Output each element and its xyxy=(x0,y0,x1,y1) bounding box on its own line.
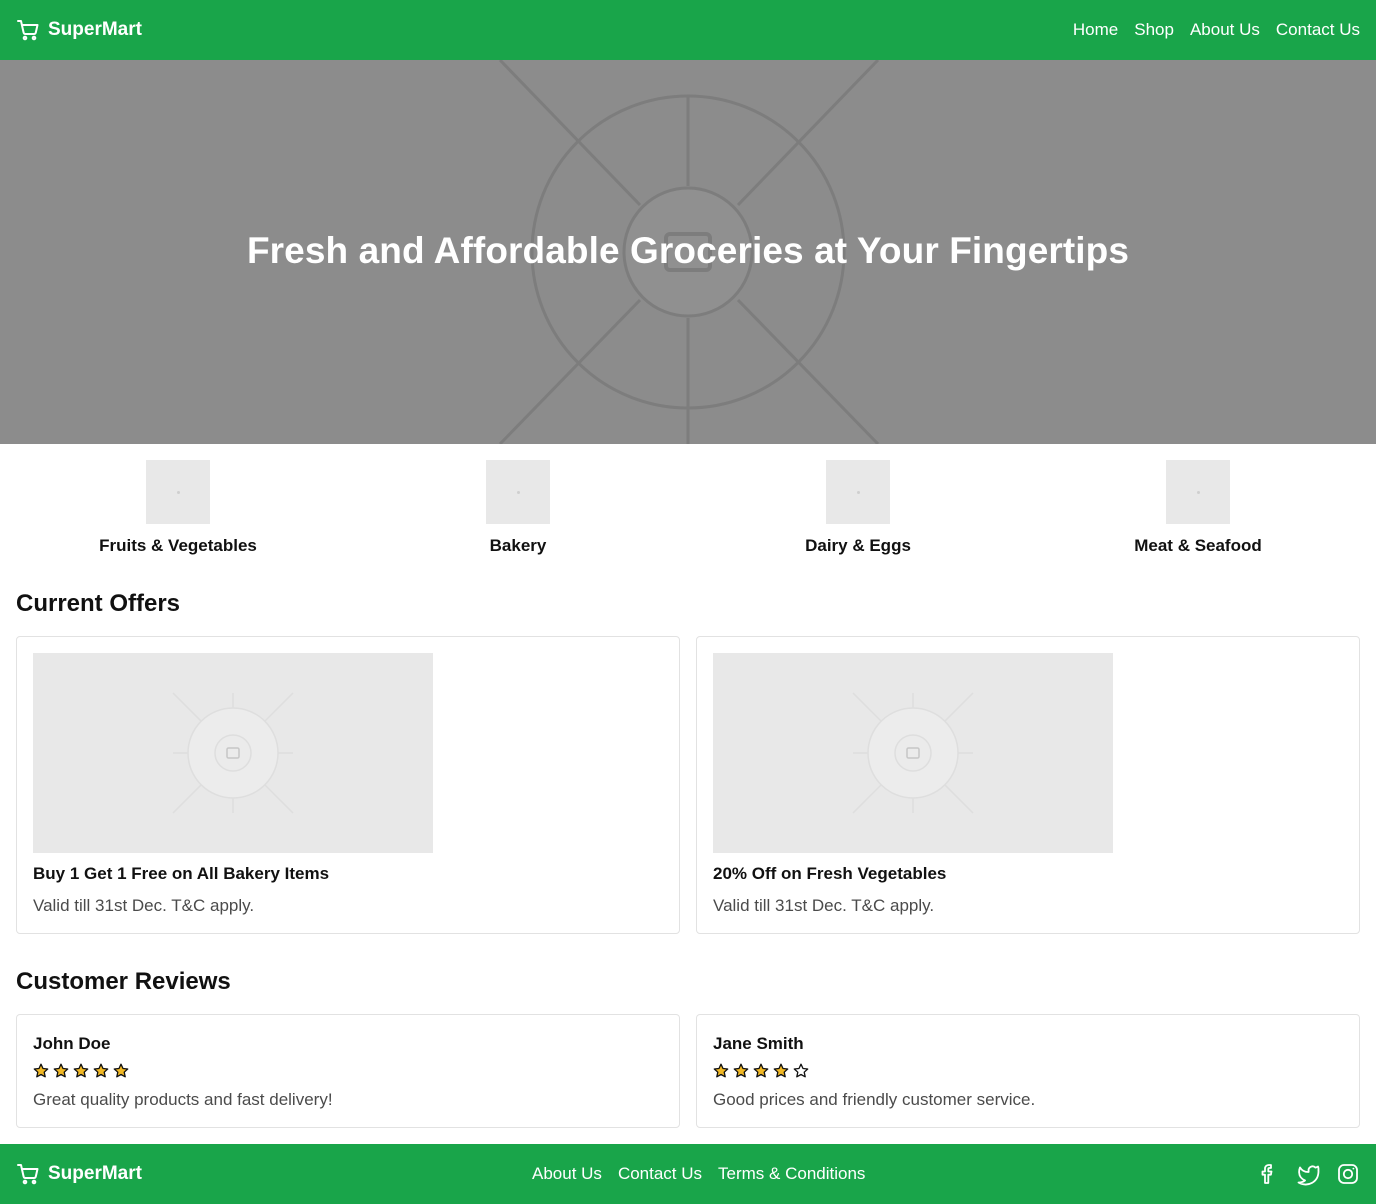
review-text: Great quality products and fast delivery… xyxy=(33,1090,333,1109)
offer-card[interactable]: Buy 1 Get 1 Free on All Bakery Items Val… xyxy=(16,636,680,934)
reviews-heading: Customer Reviews xyxy=(16,968,231,995)
nav-shop[interactable]: Shop xyxy=(1134,20,1174,40)
category-image xyxy=(1166,460,1230,524)
star-filled-icon xyxy=(113,1063,129,1078)
offer-title: Buy 1 Get 1 Free on All Bakery Items xyxy=(33,864,330,883)
offer-title: 20% Off on Fresh Vegetables xyxy=(713,864,947,883)
offer-validity: Valid till 31st Dec. T&C apply. xyxy=(33,896,255,915)
offer-image xyxy=(713,653,1113,853)
top-navbar: SuperMart Home Shop About Us Contact Us xyxy=(0,0,1376,60)
footer-link-terms[interactable]: Terms & Conditions xyxy=(718,1164,865,1184)
offer-card[interactable]: 20% Off on Fresh Vegetables Valid till 3… xyxy=(696,636,1360,934)
star-filled-icon xyxy=(713,1063,729,1078)
star-filled-icon xyxy=(93,1063,109,1078)
star-filled-icon xyxy=(773,1063,789,1078)
footer-brand[interactable]: SuperMart xyxy=(16,1162,142,1186)
offer-validity: Valid till 31st Dec. T&C apply. xyxy=(713,896,935,915)
cart-icon xyxy=(17,1164,39,1185)
brand-name: SuperMart xyxy=(48,19,142,40)
star-empty-icon xyxy=(793,1063,809,1078)
star-filled-icon xyxy=(73,1063,89,1078)
hero-title: Fresh and Affordable Groceries at Your F… xyxy=(246,230,1130,271)
category-dairy-eggs[interactable]: Dairy & Eggs xyxy=(688,460,1028,560)
category-bakery[interactable]: Bakery xyxy=(348,460,688,560)
footer-link-contact[interactable]: Contact Us xyxy=(618,1164,702,1184)
nav-home[interactable]: Home xyxy=(1073,20,1118,40)
offer-image xyxy=(33,653,433,853)
hero-banner: Fresh and Affordable Groceries at Your F… xyxy=(0,60,1376,444)
category-image xyxy=(486,460,550,524)
facebook-icon[interactable] xyxy=(1256,1162,1280,1186)
instagram-icon[interactable] xyxy=(1336,1162,1360,1186)
footer-brand-name: SuperMart xyxy=(48,1163,142,1184)
review-card: Jane Smith Good prices and friendly cust… xyxy=(696,1014,1360,1128)
nav-about[interactable]: About Us xyxy=(1190,20,1260,40)
category-label: Bakery xyxy=(489,536,547,555)
category-image xyxy=(146,460,210,524)
nav-contact[interactable]: Contact Us xyxy=(1276,20,1360,40)
category-label: Meat & Seafood xyxy=(1134,536,1262,555)
footer-nav: About Us Contact Us Terms & Conditions xyxy=(532,1144,865,1204)
category-fruits-vegetables[interactable]: Fruits & Vegetables xyxy=(8,460,348,560)
category-label: Fruits & Vegetables xyxy=(99,536,257,555)
review-text: Good prices and friendly customer servic… xyxy=(713,1090,1036,1109)
category-meat-seafood[interactable]: Meat & Seafood xyxy=(1028,460,1368,560)
star-filled-icon xyxy=(53,1063,69,1078)
star-filled-icon xyxy=(753,1063,769,1078)
star-filled-icon xyxy=(733,1063,749,1078)
review-card: John Doe Great quality products and fast… xyxy=(16,1014,680,1128)
offers-heading: Current Offers xyxy=(16,590,181,617)
social-links xyxy=(1256,1162,1360,1186)
category-row: Fruits & Vegetables Bakery Dairy & Eggs … xyxy=(0,460,1376,560)
brand-logo[interactable]: SuperMart xyxy=(16,18,142,42)
category-image xyxy=(826,460,890,524)
twitter-icon[interactable] xyxy=(1296,1162,1320,1186)
star-rating xyxy=(33,1063,129,1079)
footer: SuperMart About Us Contact Us Terms & Co… xyxy=(0,1144,1376,1204)
footer-link-about[interactable]: About Us xyxy=(532,1164,602,1184)
star-filled-icon xyxy=(33,1063,49,1078)
main-nav: Home Shop About Us Contact Us xyxy=(1073,20,1360,40)
category-label: Dairy & Eggs xyxy=(805,536,911,555)
reviewer-name: Jane Smith xyxy=(713,1034,804,1053)
reviewer-name: John Doe xyxy=(33,1034,111,1053)
cart-icon xyxy=(17,20,39,41)
star-rating xyxy=(713,1063,809,1079)
